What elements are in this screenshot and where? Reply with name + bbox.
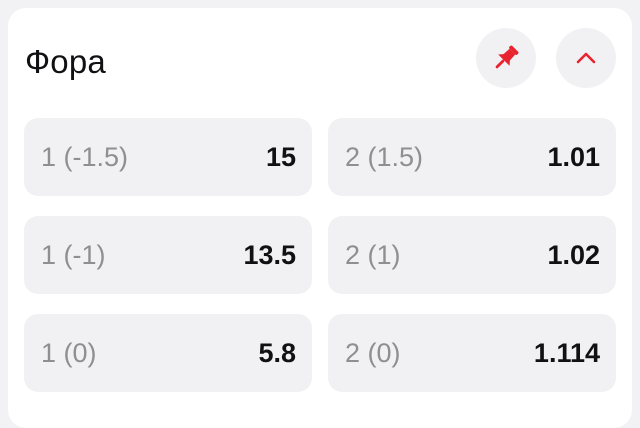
odd-label: 1 (-1.5) (41, 141, 129, 172)
odd-value: 15 (265, 141, 296, 172)
collapse-button[interactable] (556, 28, 616, 88)
odd-button[interactable]: 2 (0) 1.114 (328, 314, 616, 392)
odd-value: 13.5 (243, 239, 296, 270)
chevron-up-icon (576, 52, 596, 64)
odds-grid: 1 (-1.5) 15 2 (1.5) 1.01 1 (-1) 13.5 2 (… (24, 118, 616, 392)
odd-button[interactable]: 1 (0) 5.8 (24, 314, 312, 392)
odd-button[interactable]: 1 (-1) 13.5 (24, 216, 312, 294)
odd-button[interactable]: 1 (-1.5) 15 (24, 118, 312, 196)
pin-button[interactable] (476, 28, 536, 88)
odd-value: 1.02 (547, 239, 600, 270)
market-card: Фора 1 (-1.5) 15 2 (1.5) 1.01 1 (-1) 13.… (8, 8, 632, 428)
odd-label: 1 (-1) (41, 239, 106, 270)
market-title: Фора (25, 43, 106, 80)
odd-value: 1.114 (533, 337, 600, 368)
pin-icon (495, 45, 519, 69)
odd-button[interactable]: 2 (1.5) 1.01 (328, 118, 616, 196)
odd-label: 2 (0) (345, 337, 401, 368)
odd-value: 5.8 (258, 337, 296, 368)
odd-label: 1 (0) (41, 337, 97, 368)
odd-button[interactable]: 2 (1) 1.02 (328, 216, 616, 294)
odd-value: 1.01 (547, 141, 600, 172)
odd-label: 2 (1) (345, 239, 401, 270)
odd-label: 2 (1.5) (345, 141, 424, 172)
